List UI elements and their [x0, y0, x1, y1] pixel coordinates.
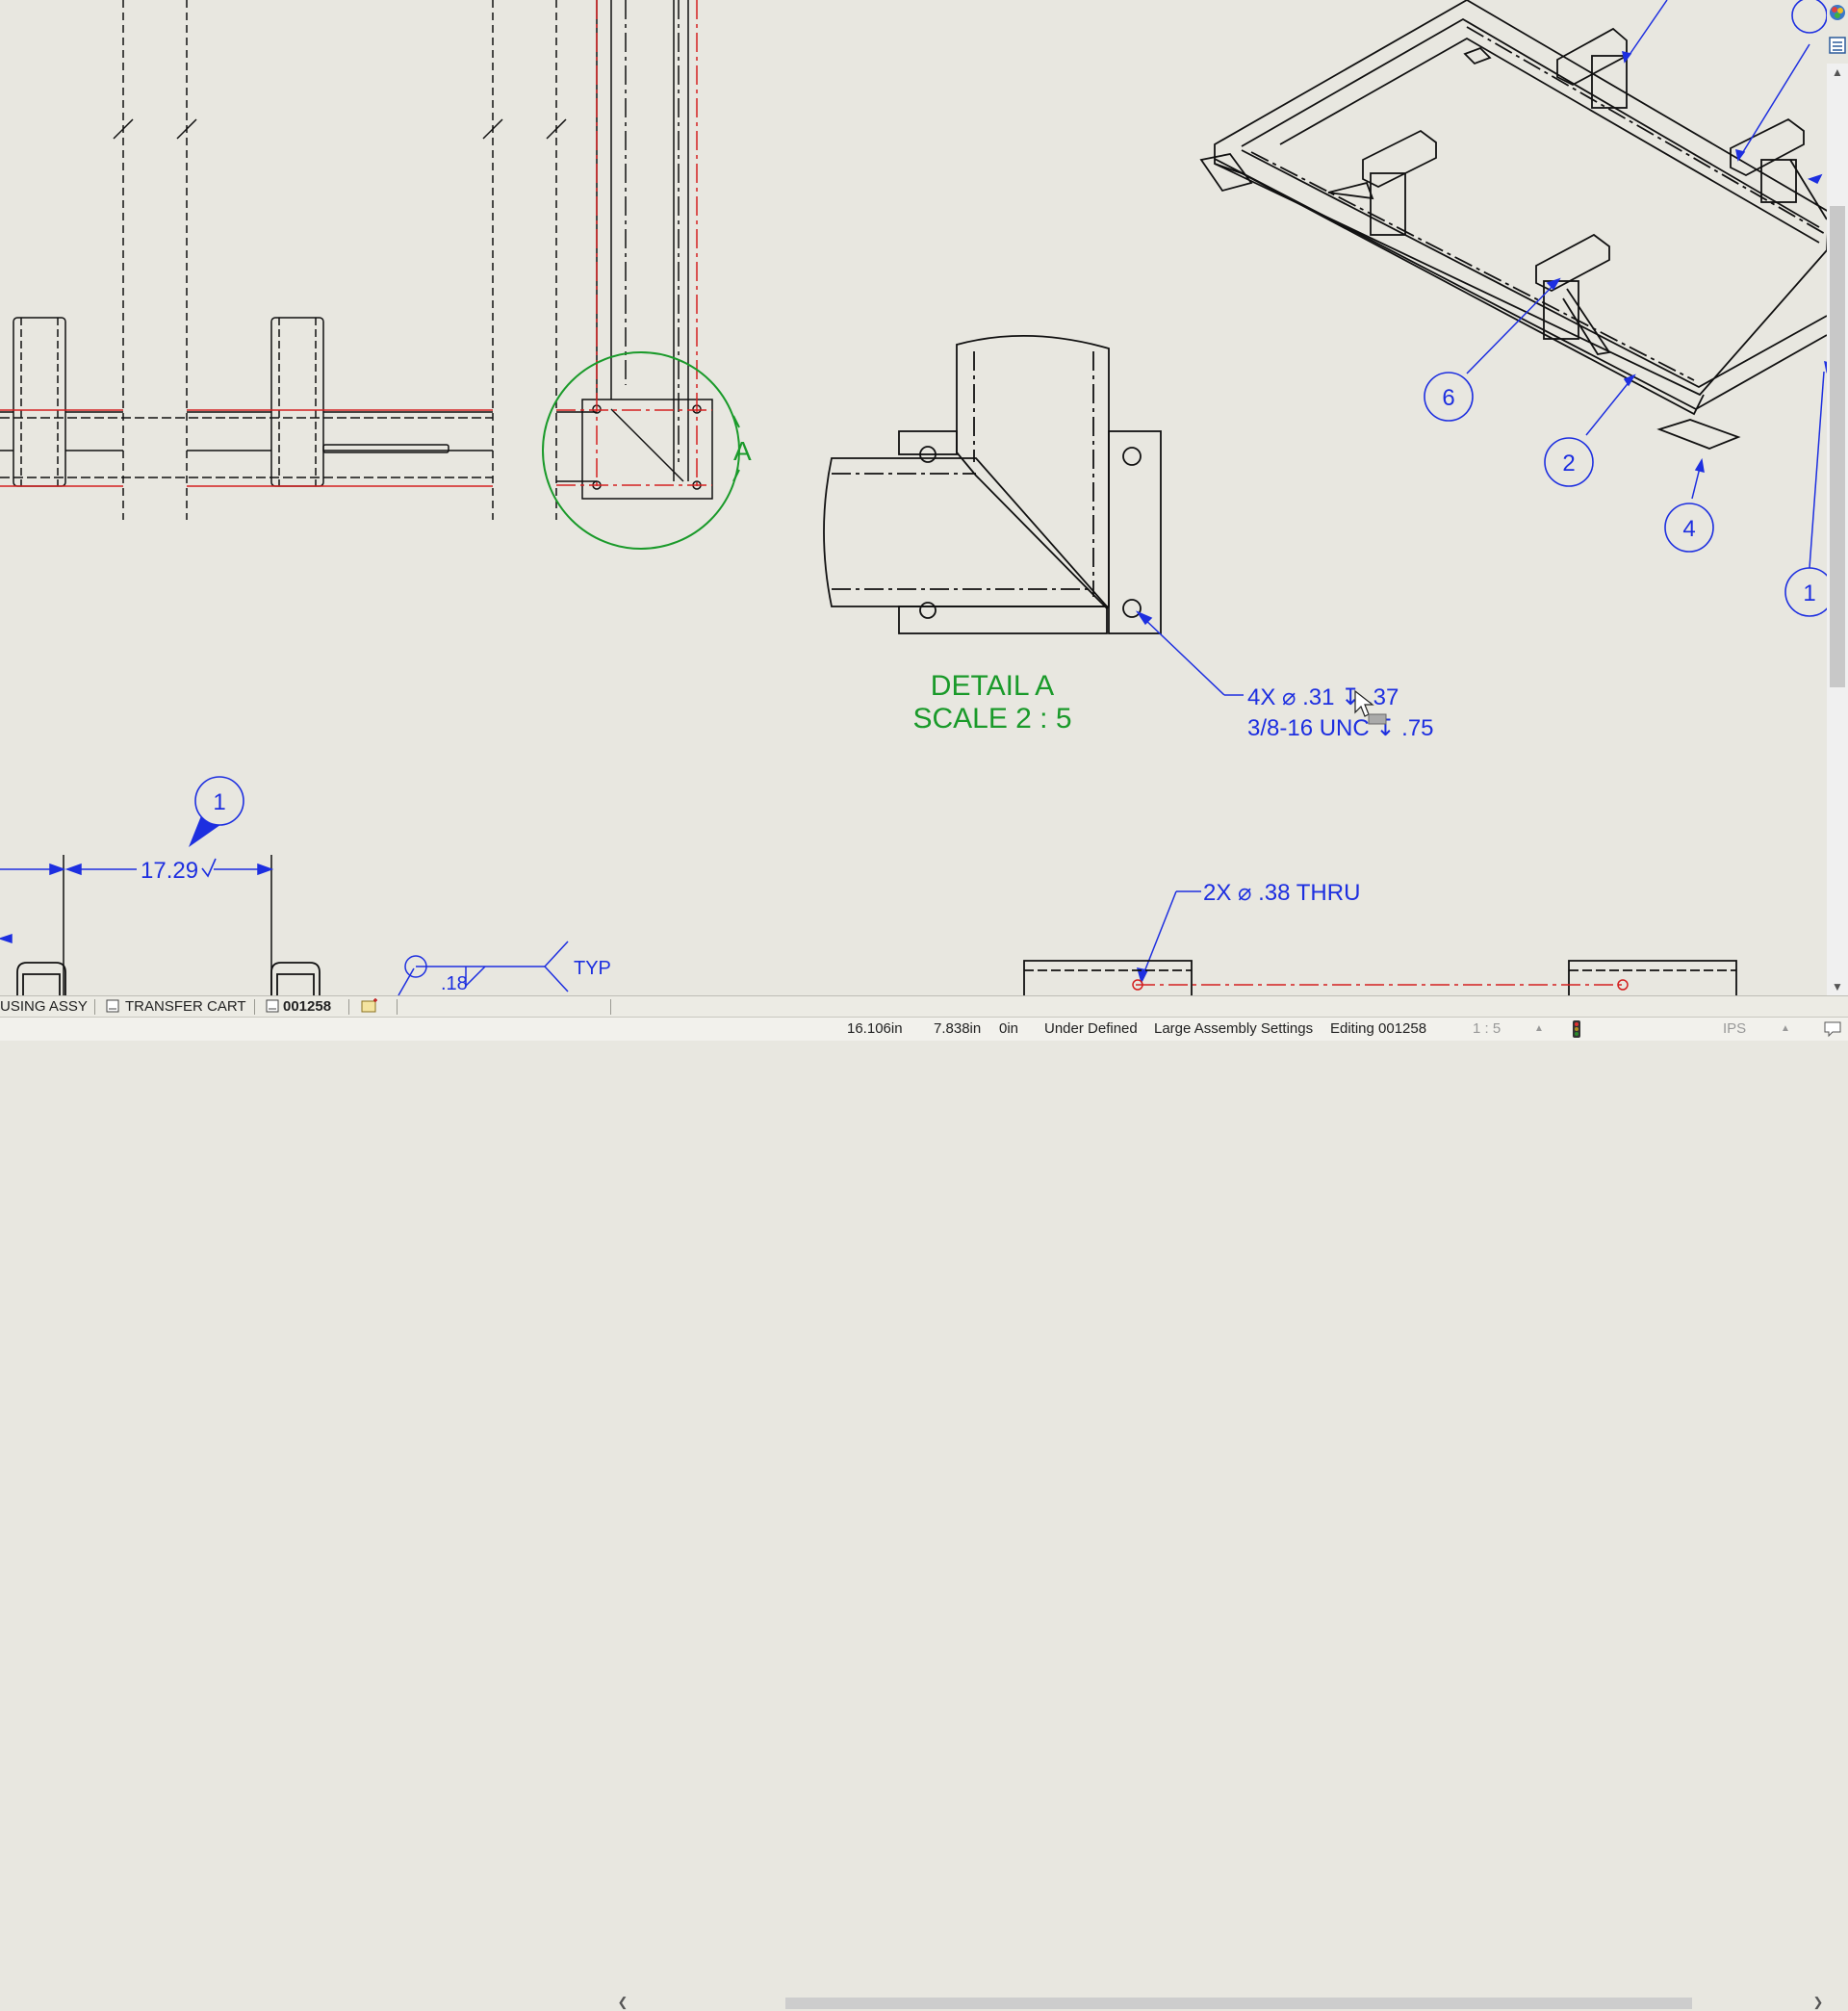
task-pane-icon[interactable]	[1829, 37, 1846, 54]
units-menu-arrow-icon[interactable]: ▲	[1781, 1023, 1790, 1034]
tab-using-assy[interactable]: USING ASSY	[0, 996, 88, 1018]
status-y-coordinate: 7.838in	[934, 1020, 982, 1037]
vertical-scrollbar[interactable]: ▲ ▼	[1827, 64, 1848, 995]
hole-callout-leader	[1135, 610, 1244, 696]
hole-callout-line1[interactable]: 4X ⌀ .31 ↧ .37	[1247, 684, 1399, 710]
rebuild-light-icon[interactable]	[1573, 1020, 1580, 1038]
drawing-canvas[interactable]: A DETAIL A SCALE 2 : 5 4X ⌀ .31 ↧ .37 3/…	[0, 0, 1827, 995]
svg-text:6: 6	[1442, 385, 1454, 411]
vertical-scroll-thumb[interactable]	[1830, 206, 1845, 687]
bottom-centerline	[1132, 979, 1629, 991]
detail-title: DETAIL A	[931, 670, 1054, 702]
bottom-right-parts	[1023, 960, 1737, 995]
status-z-coordinate: 0in	[999, 1020, 1019, 1037]
scroll-left-icon[interactable]: ❮	[614, 1994, 631, 2011]
add-sheet-icon	[361, 998, 377, 1013]
balloon-leaders	[1466, 0, 1827, 569]
status-assembly-settings[interactable]: Large Assembly Settings	[1154, 1020, 1313, 1037]
status-definition: Under Defined	[1044, 1020, 1138, 1037]
detail-circle	[542, 351, 740, 550]
tab-001258[interactable]: 001258	[266, 996, 331, 1018]
svg-text:1: 1	[213, 789, 225, 815]
task-pane-tabs	[1827, 0, 1848, 64]
svg-text:2: 2	[1562, 451, 1575, 477]
add-sheet-button[interactable]	[360, 996, 379, 1018]
weld-size[interactable]: .18	[441, 973, 468, 994]
appearance-icon[interactable]	[1829, 4, 1846, 21]
weld-symbol	[398, 941, 569, 995]
quick-tips-icon[interactable]	[1823, 1020, 1842, 1038]
balloon-4[interactable]: 4	[1664, 503, 1714, 553]
status-bar: 16.106in 7.838in 0in Under Defined Large…	[0, 1017, 1848, 1041]
detail-circle-label: A	[733, 436, 752, 466]
scroll-right-icon[interactable]: ❯	[1810, 1994, 1827, 2011]
status-units[interactable]: IPS	[1723, 1020, 1746, 1037]
dimension-value[interactable]: 17.29	[141, 858, 198, 884]
detail-a-view	[823, 335, 1162, 634]
balloon-1-bottom[interactable]: 1	[189, 776, 244, 847]
status-sheet-scale[interactable]: 1 : 5	[1473, 1020, 1501, 1037]
thru-callout[interactable]: 2X ⌀ .38 THRU	[1203, 880, 1360, 906]
balloon-1-right[interactable]: 1	[1784, 567, 1827, 617]
scroll-up-icon[interactable]: ▲	[1827, 64, 1848, 81]
bottom-parts	[16, 962, 321, 995]
balloon-6[interactable]: 6	[1424, 372, 1474, 422]
horizontal-scroll-thumb[interactable]	[785, 1998, 1692, 2009]
scale-menu-arrow-icon[interactable]: ▲	[1534, 1023, 1544, 1034]
horizontal-scrollbar[interactable]: ❮ ❯	[614, 1994, 1827, 2011]
status-x-coordinate: 16.106in	[847, 1020, 903, 1037]
sheet-icon	[106, 999, 119, 1013]
weld-note[interactable]: TYP	[574, 958, 611, 979]
isometric-view	[1199, 0, 1827, 450]
tab-transfer-cart[interactable]: TRANSFER CART	[106, 996, 246, 1018]
sheet-tab-bar: USING ASSY TRANSFER CART 001258 ❮ ❯	[0, 995, 1848, 2009]
hole-callout-line2[interactable]: 3/8-16 UNC ↧ .75	[1247, 715, 1434, 741]
detail-scale: SCALE 2 : 5	[912, 703, 1071, 735]
left-section-view	[0, 0, 713, 520]
sheet-icon	[266, 999, 279, 1013]
svg-text:1: 1	[1803, 580, 1815, 606]
svg-text:4: 4	[1682, 516, 1695, 542]
balloon-2[interactable]: 2	[1544, 437, 1594, 487]
status-editing: Editing 001258	[1330, 1020, 1427, 1037]
scroll-down-icon[interactable]: ▼	[1827, 978, 1848, 995]
